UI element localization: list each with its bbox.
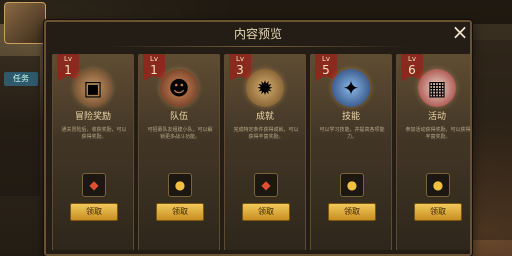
level-number: 6 [408,63,416,77]
red-gem-icon[interactable]: ◆ [254,173,278,197]
gold-coins-icon[interactable]: ● [168,173,192,197]
team-icon: ☻ [160,69,198,107]
feature-description: 通关冒险后，收获奖励，可以获得奖励。 [61,127,127,140]
level-number: 1 [150,63,158,77]
side-tab-quest[interactable]: 任务 [4,72,38,86]
claim-button[interactable]: 领取 [156,203,204,221]
skill-book-icon: ✦ [332,69,370,107]
feature-card-adventure: Lv 1 ▣ 冒险奖励 通关冒险后，收获奖励，可以获得奖励。 ◆ 领取 [52,54,134,250]
medal-icon: ✹ [246,69,284,107]
feature-card-team: Lv 1 ☻ 队伍 可招募队友组建小队，可以解锁更多战斗功能。 ● 领取 [138,54,220,250]
gold-coins-icon[interactable]: ● [426,173,450,197]
level-number: 5 [322,63,330,77]
gold-coins-icon[interactable]: ● [340,173,364,197]
feature-name: 成就 [255,112,274,122]
content-preview-modal: 内容预览 × Lv 1 ▣ 冒险奖励 通关冒险后，收获奖励，可以获得奖励。 ◆ … [44,20,472,256]
claim-button[interactable]: 领取 [414,203,462,221]
red-gem-icon[interactable]: ◆ [82,173,106,197]
player-avatar[interactable] [4,2,46,44]
feature-description: 可以学习技能，并提高各项能力。 [319,127,385,140]
title-divider [106,46,410,47]
feature-name: 冒险奖励 [74,112,111,122]
feature-name: 技能 [341,112,360,122]
feature-description: 完成特定条件获得成就，可以获得丰富奖励。 [233,127,299,140]
feature-description: 可招募队友组建小队，可以解锁更多战斗功能。 [147,127,213,140]
feature-card-skill: Lv 5 ✦ 技能 可以学习技能，并提高各项能力。 ● 领取 [310,54,392,250]
claim-button[interactable]: 领取 [242,203,290,221]
close-button[interactable]: × [448,20,472,44]
claim-button[interactable]: 领取 [70,203,118,221]
right-side-panel [472,40,512,240]
calendar-icon: ▦ [418,69,456,107]
modal-title: 内容预览 [233,27,282,41]
feature-card-list: Lv 1 ▣ 冒险奖励 通关冒险后，收获奖励，可以获得奖励。 ◆ 领取 Lv 1… [52,54,470,250]
feature-name: 队伍 [169,112,188,122]
level-number: 1 [64,63,72,77]
feature-description: 参加活动获得奖励，可以获得丰富奖励。 [405,127,470,140]
chest-icon: ▣ [74,69,112,107]
feature-name: 活动 [427,112,446,122]
feature-card-event: Lv 6 ▦ 活动 参加活动获得奖励，可以获得丰富奖励。 ● 领取 [396,54,470,250]
feature-card-achievement: Lv 3 ✹ 成就 完成特定条件获得成就，可以获得丰富奖励。 ◆ 领取 [224,54,306,250]
level-number: 3 [236,63,244,77]
claim-button[interactable]: 领取 [328,203,376,221]
